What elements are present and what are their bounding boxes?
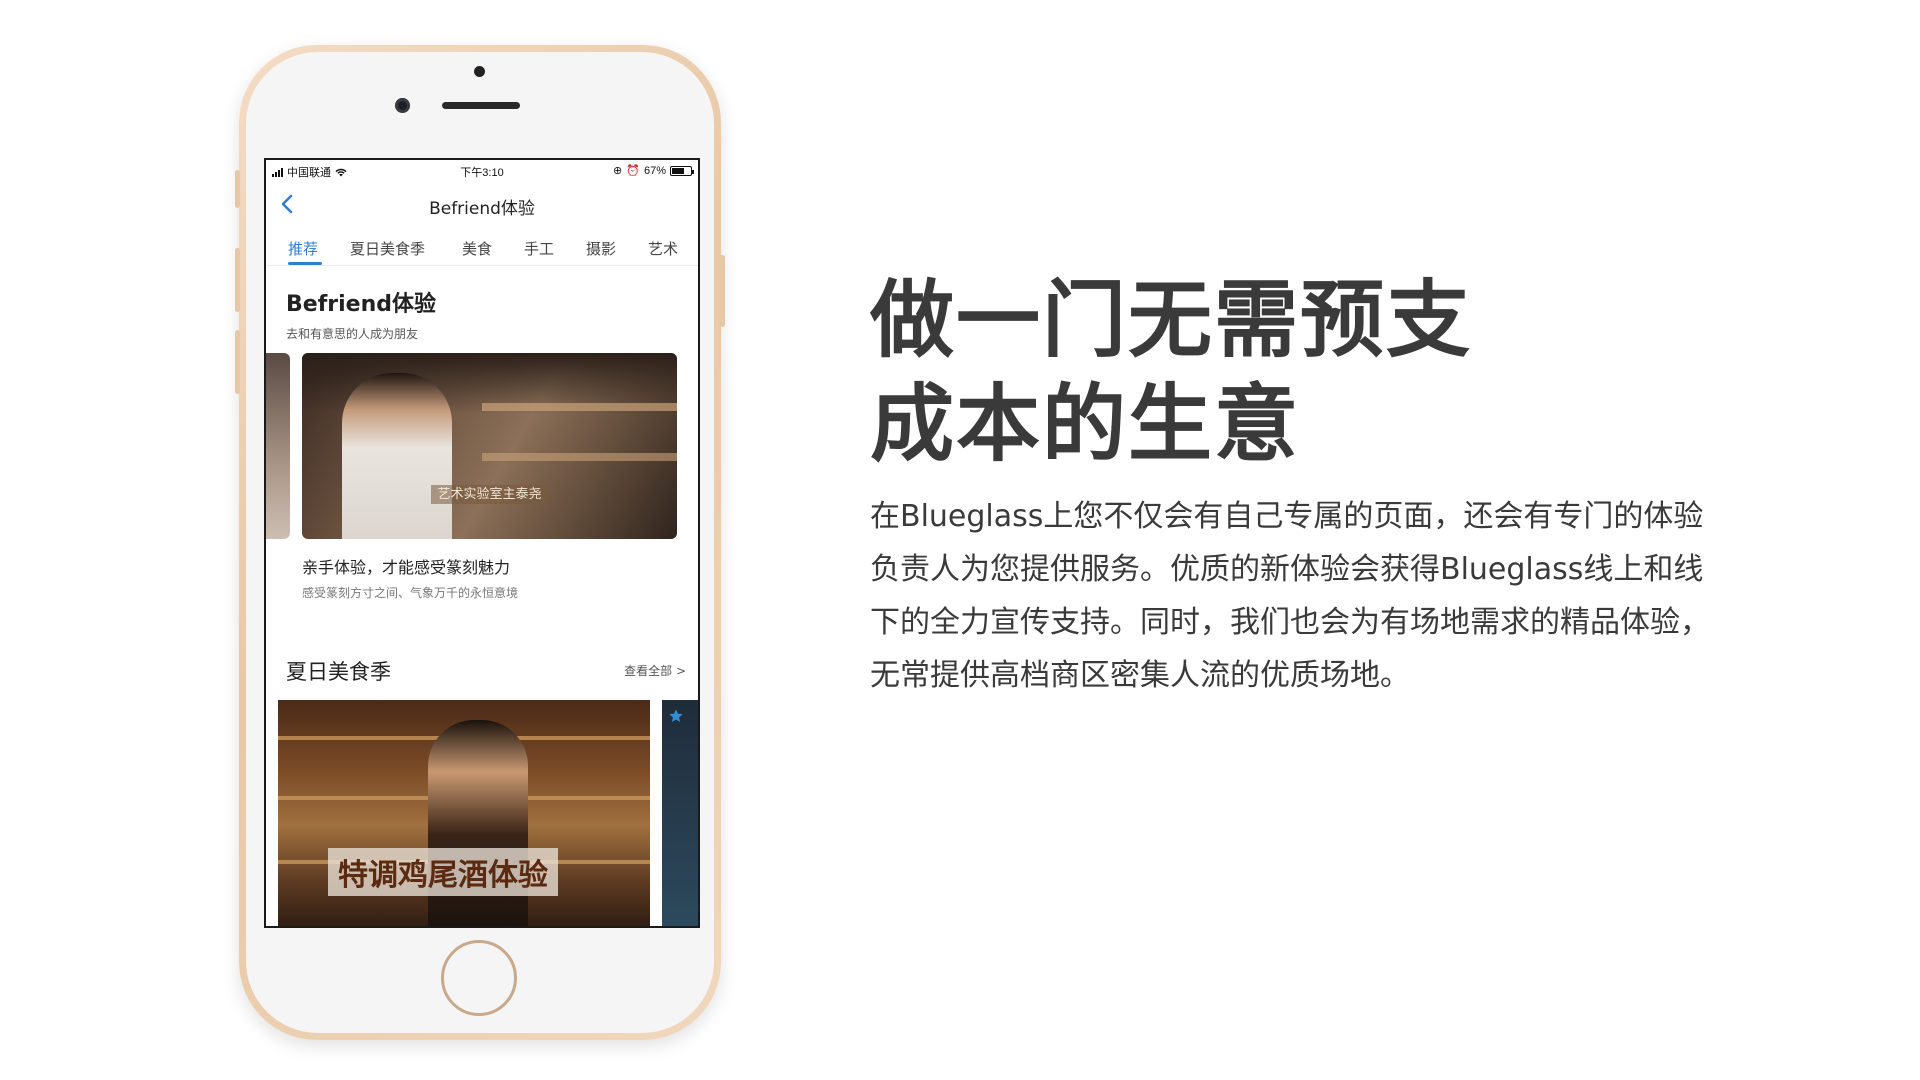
view-all-link[interactable]: 查看全部 > [624,662,686,679]
tab-photography[interactable]: 摄影 [586,238,616,259]
battery-percent: 67% [643,164,666,177]
tab-art[interactable]: 艺术 [648,238,678,259]
cocktail-card-image[interactable]: 特调鸡尾酒体验 [278,700,650,926]
tab-food[interactable]: 美食 [462,238,492,259]
body-paragraph: 在Blueglass上您不仅会有自己专属的页面，还会有专门的体验负责人为您提供服… [870,499,1710,693]
power-button [720,255,725,327]
card-peek-next[interactable] [662,700,698,926]
volume-up-button [235,248,240,312]
tab-summer-food[interactable]: 夏日美食季 [350,238,425,259]
phone-screen: 中国联通 下午3:10 ⊕ ⏰ 67% Befriend体验 推荐 夏日美食季 … [264,158,700,928]
cocktail-caption: 特调鸡尾酒体验 [328,848,558,896]
orientation-lock-icon: ⊕ [613,165,623,177]
sensor-dot [474,66,485,77]
mute-switch [235,170,240,208]
section2-title: 夏日美食季 [286,660,391,684]
experience-card-image[interactable]: 艺术实验室主泰尧 [302,353,677,539]
card-title[interactable]: 亲手体验，才能感受篆刻魅力 [302,554,510,578]
section-title: Befriend体验 [286,292,436,317]
battery-icon [670,165,694,176]
card-description: 感受篆刻方寸之间、气象万千的永恒意境 [302,586,519,600]
active-tab-indicator [288,262,322,265]
nav-bar: Befriend体验 [266,182,698,226]
earpiece-speaker [442,102,520,109]
section-subtitle: 去和有意思的人成为朋友 [286,327,419,341]
tab-recommend[interactable]: 推荐 [288,238,318,259]
nav-title: Befriend体验 [429,199,535,219]
front-camera-icon [395,98,410,113]
volume-down-button [235,330,240,394]
category-tabs: 推荐 夏日美食季 美食 手工 摄影 艺术 [266,230,698,266]
headline-line-1: 做一门无需预支 [870,271,1473,369]
headline: 做一门无需预支 成本的生意 [870,268,1570,476]
star-icon [669,709,683,722]
status-bar: 中国联通 下午3:10 ⊕ ⏰ 67% [266,160,698,182]
card-peek-previous[interactable] [266,353,290,539]
headline-line-2: 成本的生意 [870,375,1301,473]
tab-handcraft[interactable]: 手工 [524,238,554,259]
card-image-caption: 艺术实验室主泰尧 [302,483,677,504]
alarm-icon: ⏰ [626,165,640,177]
home-button[interactable] [441,940,517,1016]
